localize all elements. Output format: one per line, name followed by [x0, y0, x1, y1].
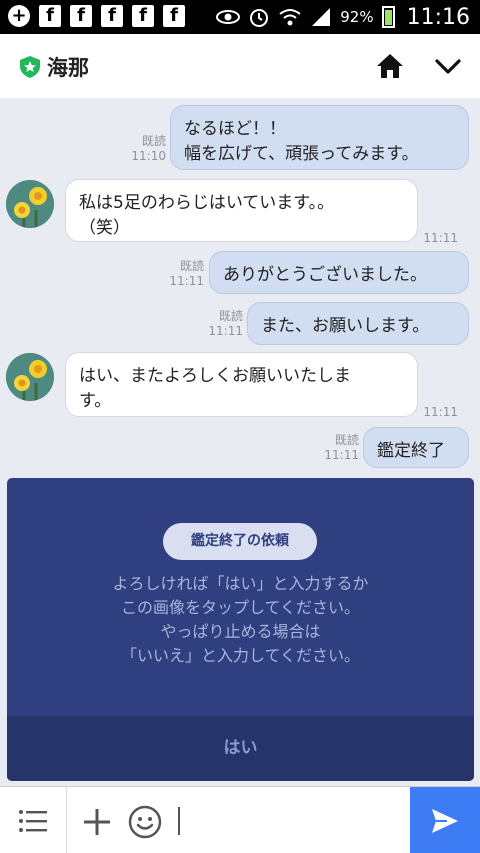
message-meta: 既読 11:11 — [164, 259, 204, 289]
card-title-pill: 鑑定終了の依頼 — [163, 523, 317, 560]
add-notification-icon: + — [8, 5, 30, 27]
notification-icons: + f f f f f — [8, 5, 185, 27]
daffodil-avatar-icon — [6, 180, 54, 228]
message-bubble[interactable]: また、お願いします。 — [247, 302, 469, 345]
message-bubble[interactable]: はい、またよろしくお願いいたしま す。 — [65, 352, 418, 417]
yes-button[interactable]: はい — [7, 716, 474, 781]
clock: 11:16 — [406, 4, 470, 30]
message-line: また、お願いします。 — [261, 316, 430, 336]
message-bubble[interactable]: ありがとうございました。 — [209, 251, 469, 294]
end-session-card[interactable]: 鑑定終了の依頼 よろしければ「はい」と入力するか この画像をタップしてください。… — [7, 478, 474, 781]
message-input-bar — [0, 786, 480, 853]
facebook-icon: f — [163, 5, 185, 27]
chevron-down-icon[interactable] — [434, 54, 462, 78]
card-description: よろしければ「はい」と入力するか この画像をタップしてください。 やっぱり止める… — [7, 572, 474, 668]
avatar[interactable] — [6, 180, 54, 228]
facebook-icon: f — [101, 5, 123, 27]
send-button[interactable] — [410, 787, 480, 853]
battery-percent: 92% — [340, 8, 374, 26]
message-line: （笑） — [79, 218, 130, 238]
message-time: 11:11 — [423, 405, 458, 419]
chat-header: 海那 — [0, 34, 480, 98]
message-meta: 既読 11:11 — [203, 309, 243, 339]
message-line: ありがとうございました。 — [223, 265, 427, 285]
alarm-icon — [250, 9, 269, 27]
card-text-line: この画像をタップしてください。 — [120, 598, 361, 617]
card-text-line: よろしければ「はい」と入力するか — [112, 574, 369, 593]
message-bubble[interactable]: 鑑定終了 — [363, 427, 469, 468]
status-bar: + f f f f f 92% 11:16 — [0, 0, 480, 34]
message-time: 11:10 — [131, 149, 166, 163]
message-line: 私は5足のわらじはいています。。 — [79, 193, 335, 213]
wifi-icon — [279, 9, 301, 26]
message-list[interactable]: 既読 11:10 なるほど！！ 幅を広げて、頑張ってみます。 私は5足のわらじは… — [0, 98, 480, 474]
emoji-icon[interactable] — [128, 805, 162, 839]
system-status: 92% 11:16 — [216, 0, 470, 34]
message-line: なるほど！！ — [184, 119, 286, 139]
signal-icon — [312, 8, 331, 26]
plus-icon[interactable] — [82, 807, 112, 837]
message-meta: 既読 11:10 — [126, 134, 166, 164]
read-receipt: 既読 — [179, 259, 204, 273]
message-time: 11:11 — [169, 274, 204, 288]
message-time: 11:11 — [324, 448, 359, 462]
message-meta: 既読 11:11 — [319, 433, 359, 463]
daffodil-avatar-icon — [6, 353, 54, 401]
message-line: す。 — [79, 391, 112, 411]
card-text-line: 「いいえ」と入力してください。 — [120, 646, 361, 665]
message-line: はい、またよろしくお願いいたしま — [79, 366, 351, 386]
text-input-caret[interactable] — [178, 807, 180, 835]
message-bubble[interactable]: 私は5足のわらじはいています。。 （笑） — [65, 179, 418, 242]
read-receipt: 既読 — [334, 433, 359, 447]
facebook-icon: f — [70, 5, 92, 27]
menu-icon[interactable] — [18, 809, 48, 833]
home-icon[interactable] — [376, 52, 404, 80]
verified-shield-icon — [20, 56, 40, 78]
message-time: 11:11 — [208, 324, 243, 338]
facebook-icon: f — [132, 5, 154, 27]
read-receipt: 既読 — [218, 309, 243, 323]
read-receipt: 既読 — [141, 134, 166, 148]
facebook-icon: f — [39, 5, 61, 27]
message-line: 鑑定終了 — [377, 441, 445, 461]
card-text-line: やっぱり止める場合は — [160, 622, 321, 641]
battery-icon — [381, 6, 395, 28]
message-line: 幅を広げて、頑張ってみます。 — [184, 144, 419, 164]
card-footer: はい — [7, 716, 474, 781]
eye-icon — [216, 10, 241, 24]
divider — [66, 787, 67, 853]
avatar[interactable] — [6, 353, 54, 401]
message-time: 11:11 — [423, 231, 458, 245]
chat-title: 海那 — [47, 56, 89, 80]
send-icon — [432, 809, 458, 833]
message-bubble[interactable]: なるほど！！ 幅を広げて、頑張ってみます。 — [170, 105, 469, 170]
